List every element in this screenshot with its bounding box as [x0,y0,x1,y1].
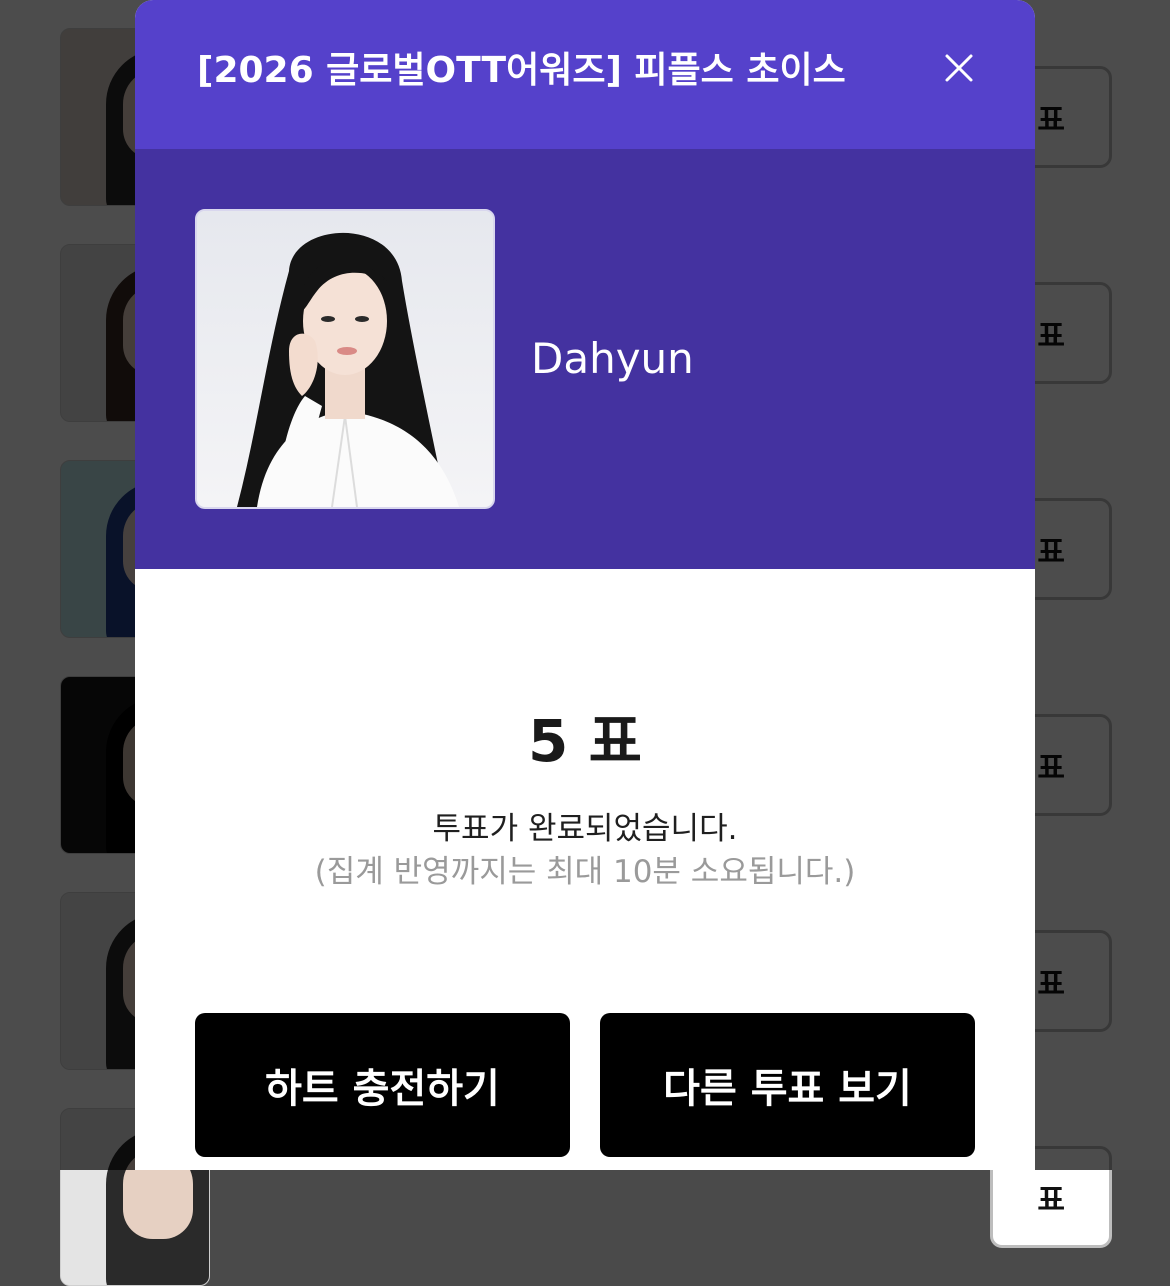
charge-hearts-button[interactable]: 하트 충전하기 [195,1013,570,1157]
modal-header: [2026 글로벌OTT어워즈] 피플스 초이스 [135,0,1035,149]
vote-count: 5 표 [528,707,642,775]
vote-result-modal: [2026 글로벌OTT어워즈] 피플스 초이스 Dahyun 5 표 투표가 … [135,0,1035,1170]
close-icon [945,54,973,82]
vote-complete-message: 투표가 완료되었습니다. [432,811,738,847]
modal-title: [2026 글로벌OTT어워즈] 피플스 초이스 [197,50,846,91]
vote-result-area: 5 표 투표가 완료되었습니다. (집계 반영까지는 최대 10분 소요됩니다.… [135,569,1035,1170]
close-button[interactable] [935,48,983,88]
candidate-name: Dahyun [531,334,694,383]
candidate-photo [195,209,495,509]
candidate-profile: Dahyun [135,149,1035,569]
aggregation-notice: (집계 반영까지는 최대 10분 소요됩니다.) [314,854,856,890]
other-votes-button[interactable]: 다른 투표 보기 [600,1013,975,1157]
